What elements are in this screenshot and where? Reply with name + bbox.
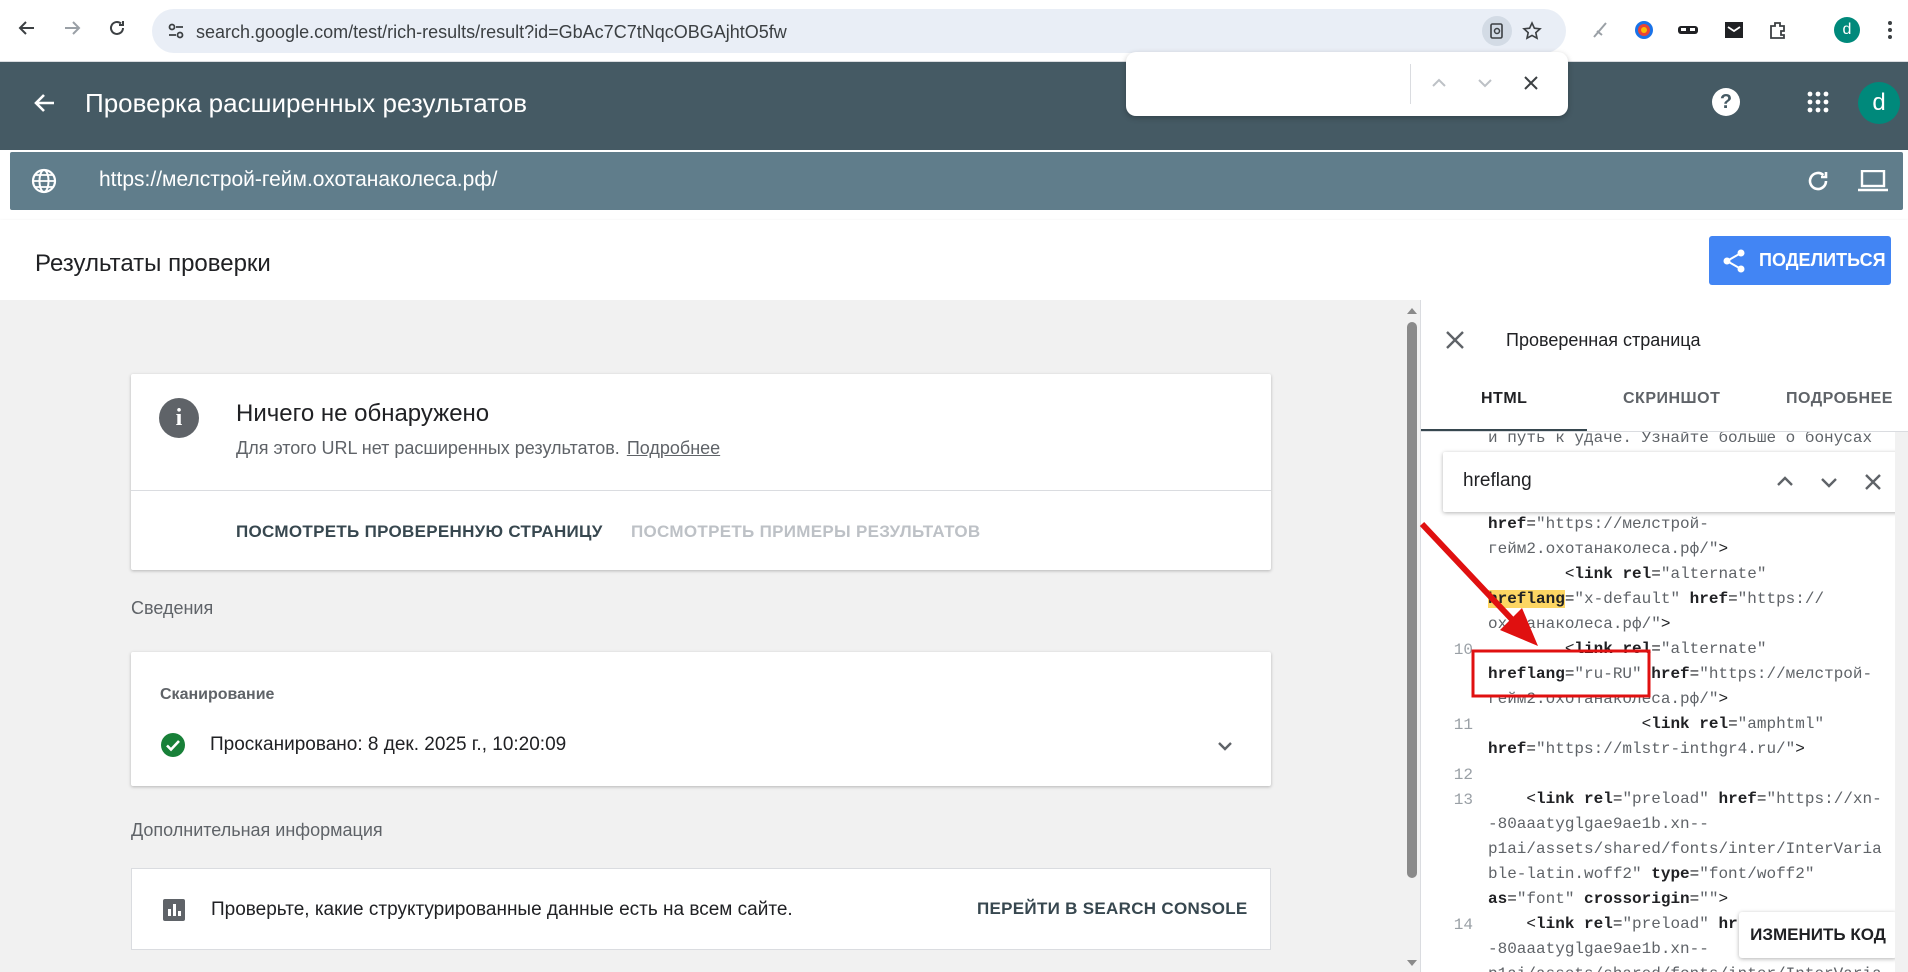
annotation-overlay: [1419, 521, 1651, 698]
annotation-arrow: [1419, 521, 1523, 631]
annotation-highlight-box: [1471, 649, 1651, 698]
